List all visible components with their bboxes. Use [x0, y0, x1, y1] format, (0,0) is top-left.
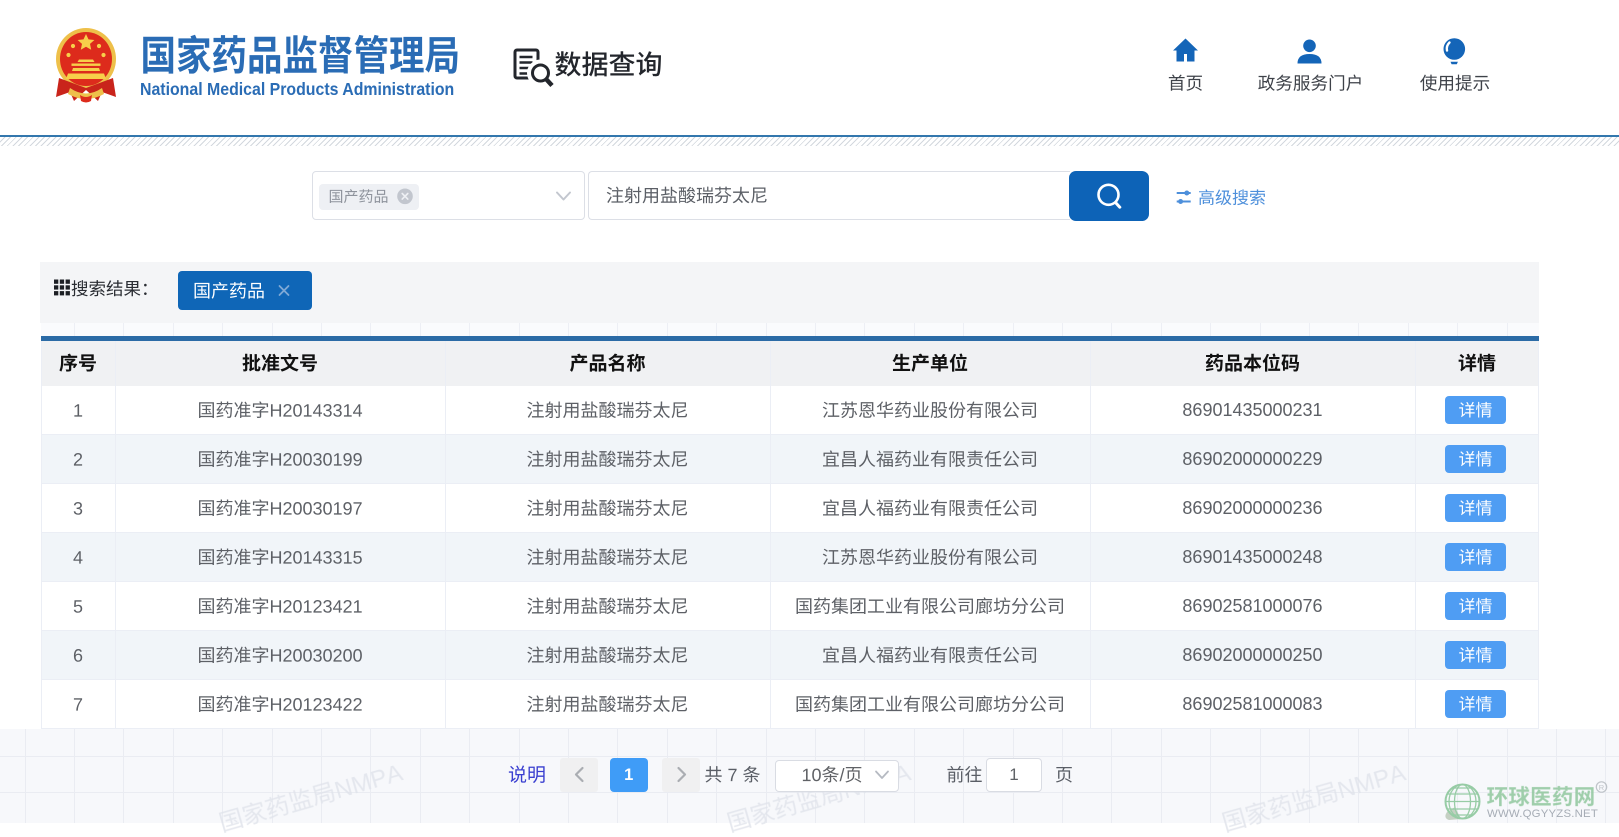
svg-text:R: R — [1599, 783, 1605, 792]
